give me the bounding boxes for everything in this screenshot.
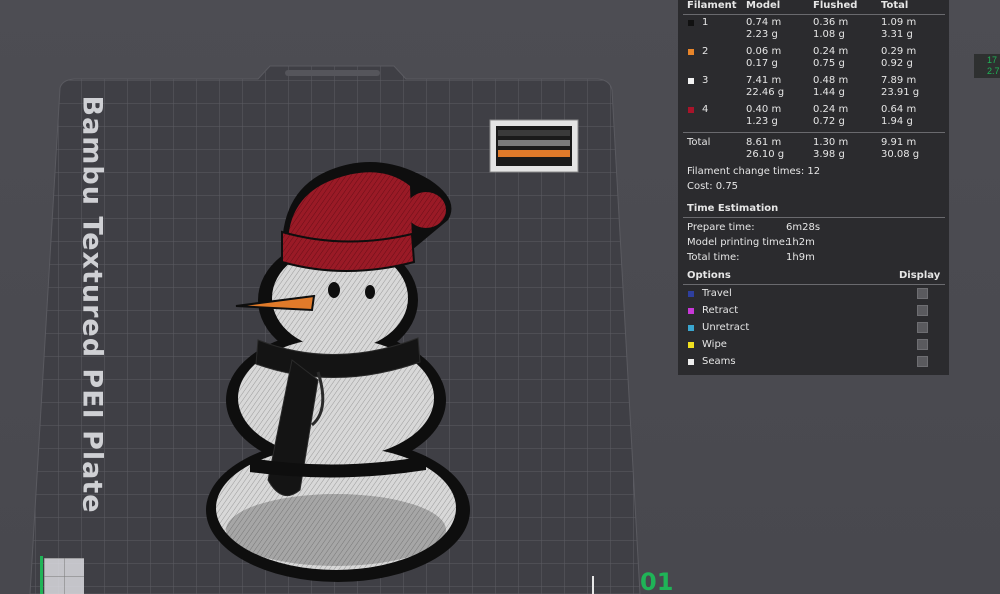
option-label: Retract (702, 305, 739, 316)
divider (683, 132, 945, 133)
flushed-weight: 0.72 g (813, 116, 845, 127)
slice-info-panel: Filament Model Flushed Total 1 0.74 m 2.… (678, 0, 949, 375)
option-label: Travel (702, 288, 732, 299)
filament-color-swatch (688, 20, 694, 26)
filament-id: 2 (702, 46, 709, 57)
filament-row: 1 0.74 m 2.23 g 0.36 m 1.08 g 1.09 m 3.3… (678, 17, 949, 43)
divider (683, 284, 945, 285)
3d-viewport[interactable]: Bambu Textured PEI Plate 01 17 2.76 Fila… (0, 0, 1000, 594)
total-length: 7.89 m (881, 75, 917, 86)
time-label: Total time: (687, 252, 740, 263)
option-unretract[interactable]: Unretract (678, 321, 949, 335)
total-flushed-weight: 3.98 g (813, 149, 845, 160)
total-weight: 3.31 g (881, 29, 913, 40)
total-length: 0.29 m (881, 46, 917, 57)
filament-id: 1 (702, 17, 709, 28)
flushed-length: 0.36 m (813, 17, 849, 28)
time-estimation-title: Time Estimation (687, 203, 779, 214)
flushed-length: 0.24 m (813, 104, 849, 115)
filament-row: 2 0.06 m 0.17 g 0.24 m 0.75 g 0.29 m 0.9… (678, 46, 949, 72)
retract-display-checkbox[interactable] (917, 305, 928, 316)
total-length: 1.09 m (881, 17, 917, 28)
prime-tower (489, 119, 579, 173)
cost: Cost: 0.75 (687, 181, 739, 192)
seams-color-swatch (688, 359, 694, 365)
time-label: Model printing time: (687, 237, 789, 248)
display-column-label: Display (899, 270, 941, 281)
total-length: 0.64 m (881, 104, 917, 115)
unretract-display-checkbox[interactable] (917, 322, 928, 333)
model-length: 0.06 m (746, 46, 782, 57)
total-row: Total 8.61 m 26.10 g 1.30 m 3.98 g 9.91 … (678, 137, 949, 163)
filament-row: 4 0.40 m 1.23 g 0.24 m 0.72 g 0.64 m 1.9… (678, 104, 949, 130)
header-total: Total (881, 0, 909, 11)
divider (683, 14, 945, 15)
time-value: 1h9m (786, 252, 815, 263)
option-seams[interactable]: Seams (678, 355, 949, 369)
unretract-color-swatch (688, 325, 694, 331)
prepare-time-row: Prepare time: 6m28s (687, 222, 937, 234)
divider (683, 217, 945, 218)
axis-marker (592, 576, 594, 594)
seams-display-checkbox[interactable] (917, 356, 928, 367)
side-readout-line2: 2.76 (987, 66, 1000, 76)
travel-display-checkbox[interactable] (917, 288, 928, 299)
grand-total-length: 9.91 m (881, 137, 917, 148)
travel-color-swatch (688, 291, 694, 297)
side-readout: 17 2.76 (974, 54, 1000, 78)
filament-table-header: Filament Model Flushed Total (678, 0, 949, 14)
header-filament: Filament (687, 0, 737, 11)
option-wipe[interactable]: Wipe (678, 338, 949, 352)
header-flushed: Flushed (813, 0, 858, 11)
option-retract[interactable]: Retract (678, 304, 949, 318)
total-time-row: Total time: 1h9m (687, 252, 937, 264)
flushed-length: 0.24 m (813, 46, 849, 57)
filament-row: 3 7.41 m 22.46 g 0.48 m 1.44 g 7.89 m 23… (678, 75, 949, 101)
wipe-color-swatch (688, 342, 694, 348)
flushed-weight: 1.44 g (813, 87, 845, 98)
filament-id: 4 (702, 104, 709, 115)
header-model: Model (746, 0, 781, 11)
model-length: 7.41 m (746, 75, 782, 86)
time-value: 1h2m (786, 237, 815, 248)
total-weight: 0.92 g (881, 58, 913, 69)
wipe-display-checkbox[interactable] (917, 339, 928, 350)
option-label: Seams (702, 356, 736, 367)
origin-marker (44, 558, 84, 594)
model-weight: 0.17 g (746, 58, 778, 69)
filament-color-swatch (688, 107, 694, 113)
flushed-weight: 1.08 g (813, 29, 845, 40)
plate-label: Bambu Textured PEI Plate (76, 95, 108, 514)
option-label: Wipe (702, 339, 727, 350)
model-weight: 1.23 g (746, 116, 778, 127)
options-title: Options (687, 270, 731, 281)
time-label: Prepare time: (687, 222, 755, 233)
total-model-length: 8.61 m (746, 137, 782, 148)
grand-total-weight: 30.08 g (881, 149, 920, 160)
model-length: 0.74 m (746, 17, 782, 28)
filament-change-times: Filament change times: 12 (687, 166, 821, 177)
filament-color-swatch (688, 78, 694, 84)
total-weight: 23.91 g (881, 87, 920, 98)
model-printing-time-row: Model printing time: 1h2m (687, 237, 937, 249)
total-model-weight: 26.10 g (746, 149, 785, 160)
filament-color-swatch (688, 49, 694, 55)
total-weight: 1.94 g (881, 116, 913, 127)
plate-number[interactable]: 01 (640, 568, 673, 594)
total-flushed-length: 1.30 m (813, 137, 849, 148)
option-travel[interactable]: Travel (678, 287, 949, 301)
y-axis-indicator (40, 556, 43, 594)
model-length: 0.40 m (746, 104, 782, 115)
flushed-length: 0.48 m (813, 75, 849, 86)
time-value: 6m28s (786, 222, 821, 233)
option-label: Unretract (702, 322, 750, 333)
side-readout-line1: 17 (987, 55, 998, 65)
filament-id: 3 (702, 75, 709, 86)
model-weight: 22.46 g (746, 87, 785, 98)
model-weight: 2.23 g (746, 29, 778, 40)
retract-color-swatch (688, 308, 694, 314)
flushed-weight: 0.75 g (813, 58, 845, 69)
total-label: Total (687, 137, 711, 148)
